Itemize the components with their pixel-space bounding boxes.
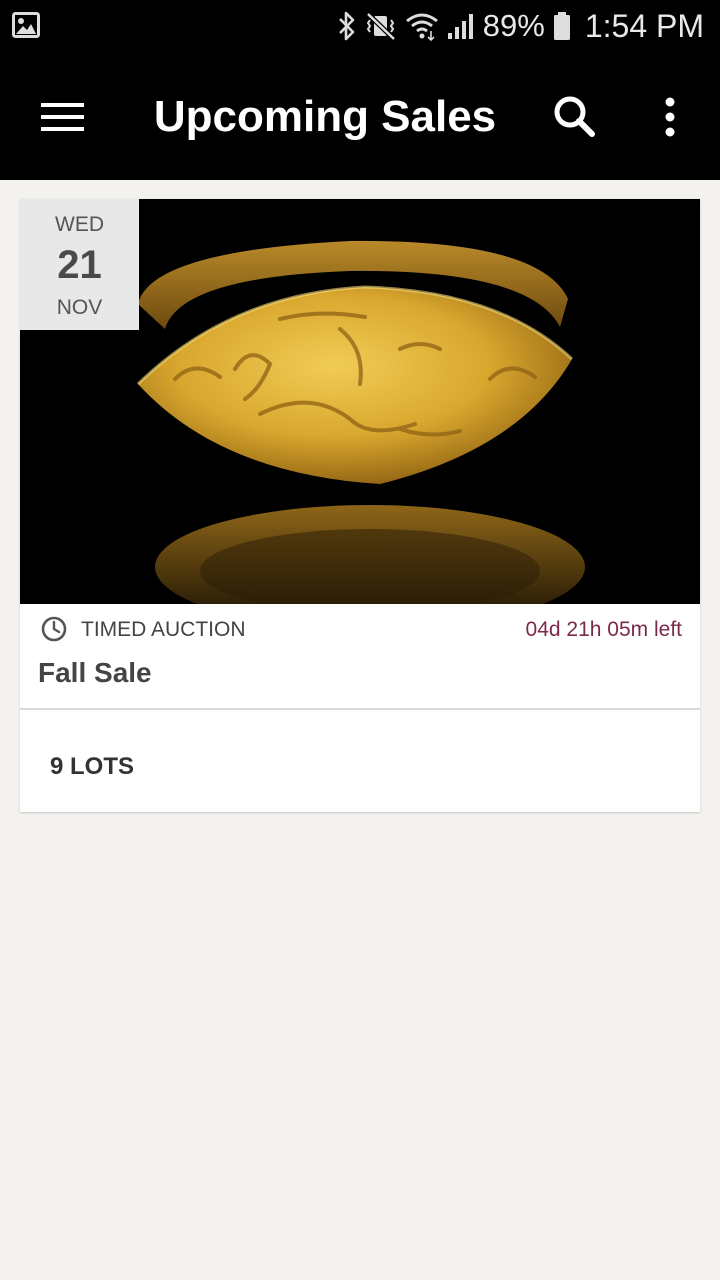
vibrate-mute-icon [365,11,397,41]
search-icon [554,96,595,137]
more-vert-icon [665,97,675,137]
date-weekday: WED [55,213,104,236]
sale-title[interactable]: Fall Sale [38,657,152,689]
clock-icon [41,616,67,642]
sale-card[interactable]: WED 21 NOV TIMED AUCTION 04d 21h 05m lef… [20,199,700,812]
gallery-notification-icon [12,12,40,43]
time-left-label: 04d 21h 05m left [525,618,682,641]
date-day: 21 [57,243,102,287]
more-options-button[interactable] [650,92,690,142]
bluetooth-icon [337,11,357,41]
sale-meta: TIMED AUCTION 04d 21h 05m left Fall Sale [20,604,700,709]
date-badge: WED 21 NOV [20,199,139,330]
sale-type-label: TIMED AUCTION [81,618,246,641]
status-bar: 89% 1:54 PM [0,0,720,52]
lots-button[interactable]: 9 LOTS [20,710,700,812]
date-month: NOV [56,296,103,319]
battery-percent: 89% [482,8,545,43]
battery-icon [553,11,571,41]
wifi-icon [405,11,439,41]
sale-image[interactable]: WED 21 NOV [20,199,700,604]
app-bar: Upcoming Sales [0,52,720,180]
signal-icon [447,11,475,41]
search-button[interactable] [550,92,600,142]
status-clock: 1:54 PM [584,7,704,44]
lots-count-label: 9 LOTS [50,753,135,780]
